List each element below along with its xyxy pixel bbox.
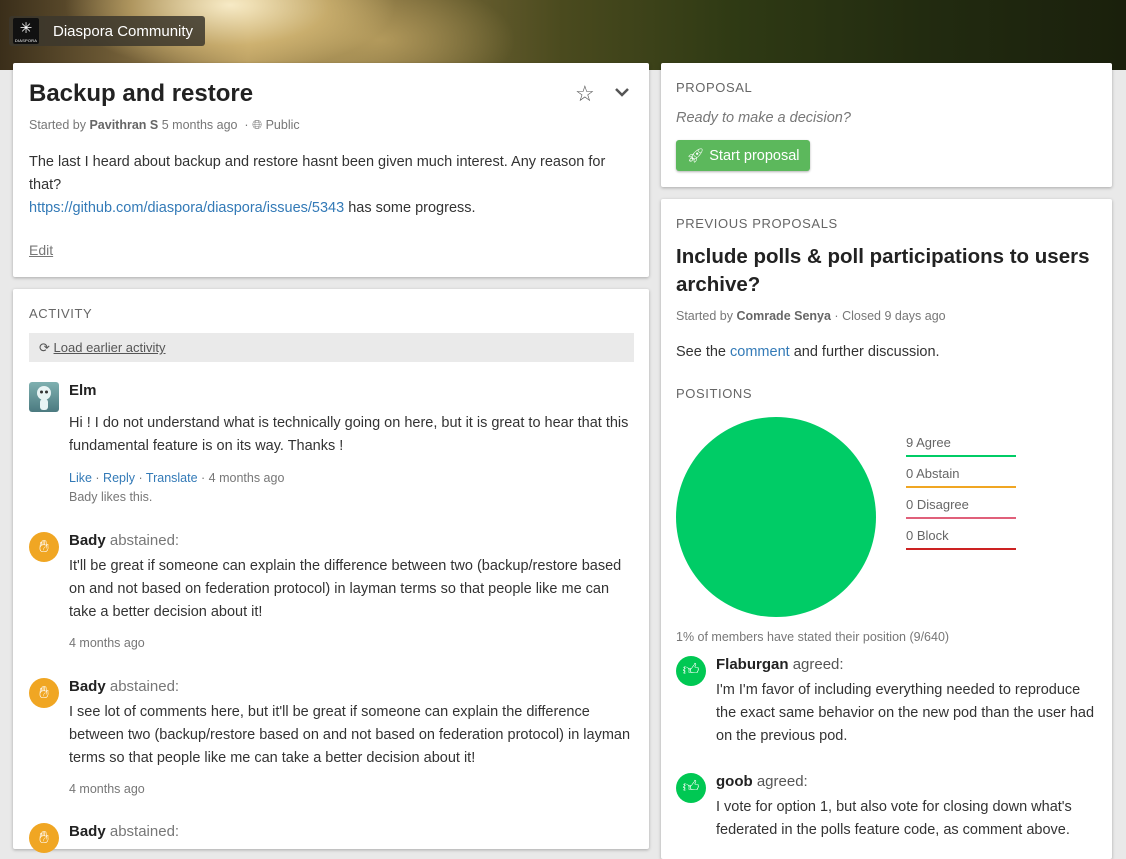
- position-verb: abstained:: [109, 823, 180, 840]
- thread-description: The last I heard about backup and restor…: [29, 154, 606, 216]
- description-link[interactable]: https://github.com/diaspora/diaspora/iss…: [29, 200, 344, 216]
- position-statement: I'm I'm favor of including everything ne…: [716, 682, 1095, 744]
- proposal-prompt: Ready to make a decision?: [676, 110, 851, 126]
- avatar[interactable]: [29, 382, 59, 412]
- position-verb: abstained:: [109, 678, 180, 695]
- star-icon[interactable]: ☆: [575, 81, 595, 107]
- thread-time[interactable]: 5 months ago: [162, 118, 238, 132]
- translate-link[interactable]: Translate: [146, 471, 198, 485]
- activity-author[interactable]: Elm: [69, 382, 97, 399]
- legend-item-agree: 9 Agree: [906, 435, 1016, 457]
- legend-item-abstain: 0 Abstain: [906, 466, 1016, 488]
- globe-icon: 🌐︎: [252, 118, 263, 132]
- proposal-card: Proposal Ready to make a decision? 🚀︎ Sta…: [661, 63, 1112, 187]
- proposal-title: Include polls & poll participations to u…: [676, 245, 1090, 296]
- activity-body: Hi ! I do not understand what is technic…: [69, 415, 629, 454]
- comment-link[interactable]: comment: [730, 344, 790, 360]
- position-verb: abstained:: [109, 532, 180, 549]
- thread-visibility: Public: [265, 118, 300, 132]
- activity-time[interactable]: 4 months ago: [209, 471, 285, 485]
- edit-thread-link[interactable]: Edit: [29, 242, 53, 258]
- likes-summary: Bady likes this.: [69, 490, 153, 504]
- header-banner: ✳ DIASPORA Diaspora Community: [0, 0, 1126, 70]
- activity-body: I see lot of comments here, but it'll be…: [69, 704, 631, 766]
- rocket-icon: 🚀︎: [686, 147, 705, 163]
- thread-meta: Started by Pavithran S 5 months ago · 🌐︎…: [29, 118, 300, 132]
- activity-author[interactable]: Bady: [69, 823, 106, 840]
- reply-link[interactable]: Reply: [103, 471, 135, 485]
- like-link[interactable]: Like: [69, 471, 92, 485]
- positions-pie-chart: [676, 417, 876, 617]
- proposal-author-link[interactable]: Comrade Senya: [736, 309, 830, 323]
- legend-item-block: 0 Block: [906, 528, 1016, 550]
- position-verb: agreed:: [792, 656, 844, 673]
- activity-heading: Activity: [29, 306, 93, 321]
- activity-author[interactable]: Bady: [69, 532, 106, 549]
- activity-time[interactable]: 4 months ago: [69, 782, 145, 796]
- positions-heading: Positions: [676, 386, 753, 401]
- thread-title: Backup and restore: [29, 80, 254, 107]
- activity-body: It'll be great if someone can explain th…: [69, 558, 622, 620]
- proposal-meta: Started by Comrade Senya · Closed 9 days…: [676, 309, 946, 323]
- load-earlier-button[interactable]: ⟳ Load earlier activity: [29, 333, 634, 362]
- position-author[interactable]: Flaburgan: [716, 656, 789, 673]
- position-verb: agreed:: [756, 773, 808, 790]
- hand-icon: ✋︎: [29, 532, 59, 562]
- pie-slice-agree: [676, 417, 876, 617]
- group-name: Diaspora Community: [53, 22, 194, 40]
- thread-context-card: Backup and restore ☆ Started by Pavithra…: [13, 63, 649, 277]
- previous-proposals-card: Previous proposals Include polls & poll …: [661, 199, 1112, 859]
- proposal-heading: Proposal: [676, 80, 753, 95]
- chevron-down-icon[interactable]: [613, 85, 631, 99]
- previous-proposals-heading: Previous proposals: [676, 216, 838, 231]
- position-author[interactable]: goob: [716, 773, 753, 790]
- participation-stat: 1% of members have stated their position…: [676, 630, 950, 644]
- refresh-icon: ⟳: [39, 340, 50, 355]
- activity-author[interactable]: Bady: [69, 678, 106, 695]
- proposal-description: See the comment and further discussion.: [676, 344, 940, 360]
- thumbs-up-icon: 👍︎: [676, 773, 706, 803]
- hand-icon: ✋︎: [29, 678, 59, 708]
- position-statement: I vote for option 1, but also vote for c…: [716, 799, 1072, 838]
- thumbs-up-icon: 👍︎: [676, 656, 706, 686]
- activity-card: Activity ⟳ Load earlier activity Elm Hi …: [13, 289, 649, 853]
- group-logo: ✳ DIASPORA: [13, 18, 39, 44]
- start-proposal-button[interactable]: 🚀︎ Start proposal: [676, 140, 810, 171]
- legend-item-disagree: 0 Disagree: [906, 497, 1016, 519]
- group-brand-link[interactable]: ✳ DIASPORA Diaspora Community: [9, 16, 206, 46]
- thread-author-link[interactable]: Pavithran S: [89, 118, 158, 132]
- activity-actions: Like · Reply · Translate · 4 months ago: [69, 471, 285, 485]
- proposal-status: Closed 9 days ago: [842, 309, 946, 323]
- hand-icon: ✋︎: [29, 823, 59, 853]
- activity-time[interactable]: 4 months ago: [69, 636, 145, 650]
